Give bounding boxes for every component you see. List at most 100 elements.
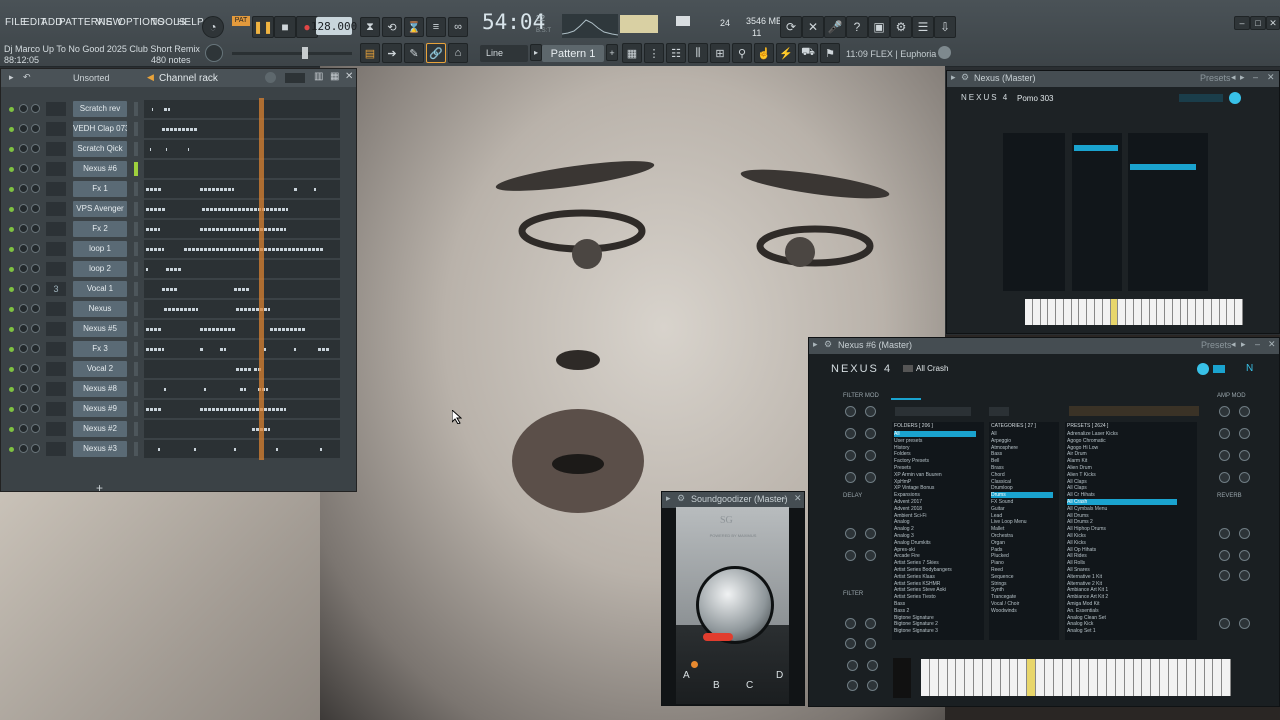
channel-name-button[interactable]: Fx 3 bbox=[73, 341, 127, 357]
list-item[interactable]: Artist Series Klaas bbox=[894, 574, 976, 580]
list-item[interactable]: Mallet bbox=[991, 526, 1053, 532]
channel-volume-knob[interactable] bbox=[31, 204, 40, 213]
channel-select-indicator[interactable] bbox=[134, 202, 138, 216]
nexus-master-close-icon[interactable]: ✕ bbox=[1267, 72, 1275, 83]
microphone-icon[interactable]: 🎤 bbox=[824, 16, 846, 38]
list-item[interactable]: Artist Series Steve Aoki bbox=[894, 587, 976, 593]
list-item[interactable]: Analog Drumkits bbox=[894, 540, 976, 546]
soundgoodizer-mode-a[interactable]: A bbox=[683, 670, 690, 681]
download-icon[interactable]: ⇩ bbox=[934, 16, 956, 38]
channel-piano-roll-preview[interactable] bbox=[144, 120, 340, 138]
draw-icon[interactable]: ✎ bbox=[404, 43, 424, 63]
channel-name-button[interactable]: Fx 1 bbox=[73, 181, 127, 197]
nexus-master-preset[interactable]: Pomo 303 bbox=[1017, 94, 1053, 103]
soundgoodizer-gear-icon[interactable]: ⚙ bbox=[677, 493, 685, 504]
list-item[interactable]: All Rides bbox=[1067, 553, 1177, 559]
soundgoodizer-mode-d[interactable]: D bbox=[776, 670, 783, 681]
nexus6-browser-tab-active[interactable] bbox=[891, 398, 921, 400]
channel-pan-knob[interactable] bbox=[19, 404, 28, 413]
channel-volume-knob[interactable] bbox=[31, 344, 40, 353]
channel-mute-led[interactable] bbox=[9, 207, 14, 212]
list-item[interactable]: Sequence bbox=[991, 574, 1053, 580]
channel-volume-knob[interactable] bbox=[31, 444, 40, 453]
nexus6-param-knob[interactable] bbox=[865, 428, 876, 439]
channel-name-button[interactable]: Nexus #8 bbox=[73, 381, 127, 397]
nexus-master-presets-list[interactable] bbox=[1128, 133, 1208, 291]
list-item[interactable]: Analog bbox=[894, 519, 976, 525]
channel-mixer-track[interactable] bbox=[46, 402, 66, 416]
channel-piano-roll-preview[interactable] bbox=[144, 220, 340, 238]
channel-mute-led[interactable] bbox=[9, 307, 14, 312]
channel-piano-roll-preview[interactable] bbox=[144, 360, 340, 378]
channel-mixer-track[interactable] bbox=[46, 262, 66, 276]
nexus-master-next-icon[interactable]: ▸ bbox=[1240, 72, 1245, 83]
nexus6-folder-icon[interactable] bbox=[903, 365, 913, 372]
rack-undo-icon[interactable]: ↶ bbox=[23, 72, 31, 83]
list-item[interactable]: Alien Drum bbox=[1067, 465, 1177, 471]
list-item[interactable]: All Claps bbox=[1067, 479, 1177, 485]
list-item[interactable]: Artist Series Tiesto bbox=[894, 594, 976, 600]
list-item[interactable]: Bigtone Signature 2 bbox=[894, 621, 976, 627]
nexus6-param-knob[interactable] bbox=[1239, 528, 1250, 539]
channel-piano-roll-preview[interactable] bbox=[144, 240, 340, 258]
list-item[interactable]: Bigtone Signature bbox=[894, 615, 976, 621]
chat-icon[interactable]: ☰ bbox=[912, 16, 934, 38]
nexus6-param-knob[interactable] bbox=[1239, 550, 1250, 561]
channel-mixer-track[interactable] bbox=[46, 102, 66, 116]
list-item[interactable]: Alternative 2 Kit bbox=[1067, 581, 1177, 587]
minimize-icon[interactable]: – bbox=[1234, 16, 1250, 30]
channel-row[interactable]: loop 1 bbox=[1, 239, 356, 259]
pattern-add-icon[interactable]: + bbox=[606, 44, 618, 61]
channel-select-indicator[interactable] bbox=[134, 422, 138, 436]
nexus6-keyboard[interactable] bbox=[921, 659, 1232, 696]
channel-row[interactable]: Scratch Qick bbox=[1, 139, 356, 159]
channel-pan-knob[interactable] bbox=[19, 104, 28, 113]
nexus6-param-knob[interactable] bbox=[845, 406, 856, 417]
nexus-master-category-selected[interactable] bbox=[1074, 145, 1118, 151]
channel-select-indicator[interactable] bbox=[134, 142, 138, 156]
nexus-master-gear-icon[interactable]: ⚙ bbox=[961, 72, 969, 83]
tempo-icon[interactable]: ⚲ bbox=[732, 43, 752, 63]
pat-song-toggle[interactable]: PAT bbox=[232, 16, 250, 26]
browser-icon[interactable]: ☷ bbox=[666, 43, 686, 63]
channel-name-button[interactable]: Nexus #2 bbox=[73, 421, 127, 437]
channel-mute-led[interactable] bbox=[9, 267, 14, 272]
channel-piano-roll-preview[interactable] bbox=[144, 300, 340, 318]
wait-input-icon[interactable]: ⟲ bbox=[382, 17, 402, 37]
nexus-master-titlebar[interactable]: ▸ ⚙ Nexus (Master) Presets ◂ ▸ – ✕ bbox=[947, 71, 1279, 87]
channel-mixer-track[interactable] bbox=[46, 122, 66, 136]
channel-row[interactable]: Vocal 2 bbox=[1, 359, 356, 379]
channel-mute-led[interactable] bbox=[9, 327, 14, 332]
channel-piano-roll-preview[interactable] bbox=[144, 260, 340, 278]
list-item[interactable]: An. Essentials bbox=[1067, 608, 1177, 614]
play-button[interactable]: ❚❚ bbox=[252, 16, 274, 38]
piano-roll-icon[interactable]: ▦ bbox=[622, 43, 642, 63]
nexus6-filter-tags[interactable] bbox=[1069, 406, 1199, 416]
channel-volume-knob[interactable] bbox=[31, 104, 40, 113]
list-item[interactable]: All Kicks bbox=[1067, 533, 1177, 539]
channel-row[interactable]: Fx 1 bbox=[1, 179, 356, 199]
channel-name-button[interactable]: VPS Avenger bbox=[73, 201, 127, 217]
channel-piano-roll-preview[interactable] bbox=[144, 340, 340, 358]
channel-select-indicator[interactable] bbox=[134, 382, 138, 396]
nexus-master-menu-arrow-icon[interactable]: ▸ bbox=[951, 72, 956, 83]
step-edit-icon[interactable]: ≡ bbox=[426, 17, 446, 37]
list-item[interactable]: Advent 2017 bbox=[894, 499, 976, 505]
channel-volume-knob[interactable] bbox=[31, 404, 40, 413]
list-item[interactable]: All Rolls bbox=[1067, 560, 1177, 566]
channel-select-indicator[interactable] bbox=[134, 122, 138, 136]
nexus6-param-knob[interactable] bbox=[867, 660, 878, 671]
stop-button[interactable]: ■ bbox=[274, 16, 296, 38]
nexus-master-folders[interactable] bbox=[1003, 133, 1065, 291]
channel-mute-led[interactable] bbox=[9, 367, 14, 372]
channel-row[interactable]: Nexus #3 bbox=[1, 439, 356, 459]
nexus6-menu-icon[interactable] bbox=[1213, 365, 1225, 373]
list-item[interactable]: Alarm Kit bbox=[1067, 458, 1177, 464]
channel-mixer-track[interactable] bbox=[46, 142, 66, 156]
list-item[interactable]: All Op Hihats bbox=[1067, 547, 1177, 553]
list-item[interactable]: Folders bbox=[894, 451, 976, 457]
rack-swing-knob[interactable] bbox=[265, 72, 276, 83]
mixer-icon[interactable]: ✕ bbox=[802, 16, 824, 38]
channel-rack-header[interactable]: ▸ ↶ Unsorted ◀ Channel rack ▥ ▦ ✕ bbox=[1, 69, 356, 87]
channel-piano-roll-preview[interactable] bbox=[144, 440, 340, 458]
